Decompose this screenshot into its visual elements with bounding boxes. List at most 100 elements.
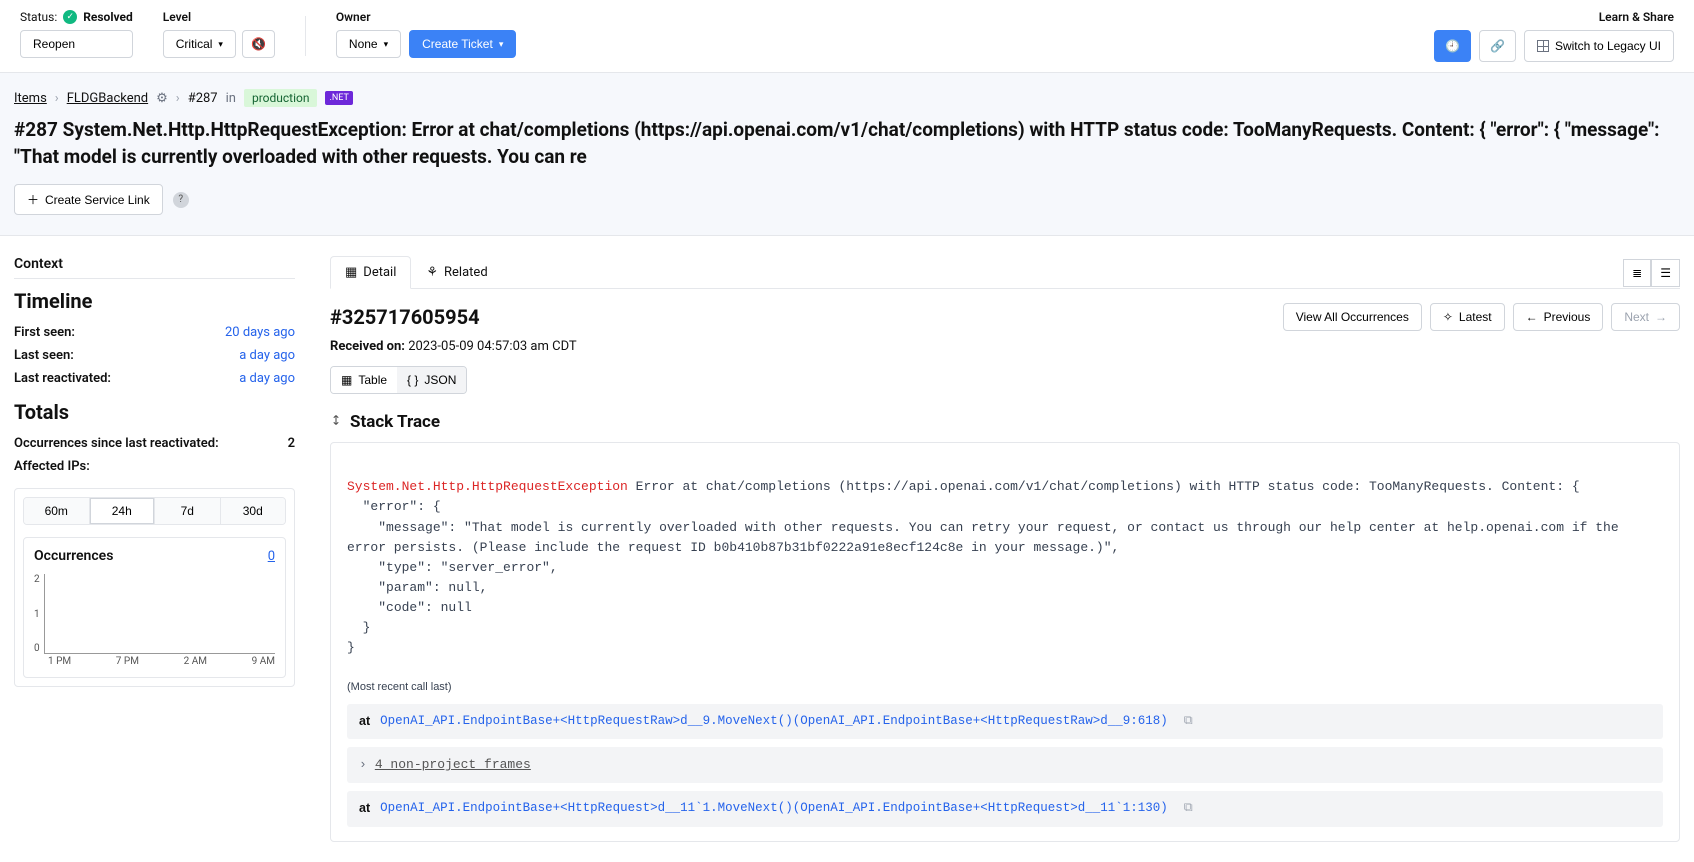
occ-react-label: Occurrences since last reactivated:	[14, 436, 219, 451]
next-label: Next	[1624, 310, 1649, 324]
page-title: #287 System.Net.Http.HttpRequestExceptio…	[14, 117, 1674, 170]
view-compact-button[interactable]: ☰	[1651, 259, 1680, 287]
help-icon[interactable]: ?	[173, 192, 189, 208]
switch-legacy-label: Switch to Legacy UI	[1555, 39, 1661, 53]
copy-icon[interactable]: ⧉	[1184, 799, 1193, 818]
frame-location[interactable]: OpenAI_API.EndpointBase+<HttpRequestRaw>…	[380, 712, 1168, 731]
expand-icon[interactable]	[330, 414, 342, 430]
clock-icon: 🕘	[1445, 39, 1460, 53]
format-json-button[interactable]: { } JSON	[397, 367, 466, 393]
speaker-muted-icon: 🔇	[251, 37, 266, 51]
level-value: Critical	[176, 37, 213, 51]
topbar-right: Learn & Share 🕘 🔗 Switch to Legacy UI	[1434, 10, 1674, 62]
level-section: Level Critical ▾ 🔇	[163, 10, 275, 58]
x-tick: 2 AM	[184, 656, 207, 667]
mute-button[interactable]: 🔇	[242, 30, 275, 58]
frame-location[interactable]: OpenAI_API.EndpointBase+<HttpRequest>d__…	[380, 799, 1168, 818]
occurrence-row: #325717605954 View All Occurrences ✧ Lat…	[330, 303, 1680, 331]
range-segmented: 60m 24h 7d 30d	[23, 497, 286, 525]
tab-related-label: Related	[444, 265, 488, 280]
last-react-label: Last reactivated:	[14, 371, 111, 386]
divider	[305, 16, 306, 56]
table-icon: ▦	[341, 373, 352, 387]
chevron-down-icon: ▾	[499, 39, 504, 50]
totals-header: Totals	[14, 400, 295, 424]
create-ticket-button[interactable]: Create Ticket ▾	[409, 30, 516, 58]
range-60m[interactable]: 60m	[24, 498, 90, 524]
frame-at: at	[359, 712, 370, 731]
y-tick: 0	[34, 643, 40, 654]
switch-legacy-button[interactable]: Switch to Legacy UI	[1524, 30, 1674, 62]
range-7d[interactable]: 7d	[155, 498, 221, 524]
env-badge[interactable]: production	[244, 89, 318, 107]
first-seen-value[interactable]: 20 days ago	[225, 325, 295, 340]
header-area: Items › FLDGBackend ⚙ › #287 in producti…	[0, 73, 1694, 236]
range-30d[interactable]: 30d	[221, 498, 286, 524]
resolved-check-icon: ✓	[63, 10, 77, 24]
clock-button[interactable]: 🕘	[1434, 30, 1471, 62]
stack-frame: at OpenAI_API.EndpointBase+<HttpRequestR…	[347, 704, 1663, 739]
x-tick: 7 PM	[116, 656, 139, 667]
create-ticket-label: Create Ticket	[422, 37, 493, 51]
hidden-frames-link[interactable]: 4 non-project frames	[375, 755, 531, 775]
breadcrumb: Items › FLDGBackend ⚙ › #287 in producti…	[14, 89, 1674, 107]
received-label: Received on:	[330, 339, 405, 354]
gear-icon[interactable]: ⚙	[156, 91, 168, 106]
x-tick: 9 AM	[252, 656, 275, 667]
y-tick: 1	[34, 609, 40, 620]
previous-button[interactable]: ← Previous	[1513, 303, 1604, 331]
hidden-frames-row[interactable]: › 4 non-project frames	[347, 747, 1663, 783]
copy-link-button[interactable]: 🔗	[1479, 30, 1516, 62]
stack-trace-header: Stack Trace	[330, 412, 1680, 432]
tab-related[interactable]: ⚘ Related	[411, 256, 502, 289]
level-label: Level	[163, 10, 275, 24]
chevron-right-icon: ›	[176, 91, 180, 106]
net-badge: .NET	[325, 91, 352, 105]
arrow-left-icon: ←	[1526, 310, 1538, 324]
related-icon: ⚘	[426, 265, 438, 280]
exception-message: Error at chat/completions (https://api.o…	[347, 479, 1626, 655]
view-list-button[interactable]: ≣	[1623, 259, 1651, 287]
range-24h[interactable]: 24h	[90, 498, 156, 524]
breadcrumb-project[interactable]: FLDGBackend	[67, 91, 148, 106]
chart-area: 2 1 0	[34, 574, 275, 654]
context-header: Context	[14, 256, 295, 279]
chart-title: Occurrences	[34, 548, 113, 564]
compact-icon: ☰	[1660, 266, 1671, 280]
last-seen-value[interactable]: a day ago	[239, 348, 295, 363]
tabs: ▦ Detail ⚘ Related ≣ ☰	[330, 256, 1680, 289]
received-value: 2023-05-09 04:57:03 am CDT	[408, 339, 577, 354]
main: Context Timeline First seen:20 days ago …	[0, 236, 1694, 861]
link-icon: 🔗	[1490, 39, 1505, 53]
tab-detail-label: Detail	[363, 265, 396, 280]
reopen-button[interactable]: Reopen	[20, 30, 133, 58]
breadcrumb-in: in	[226, 91, 236, 106]
last-react-value[interactable]: a day ago	[239, 371, 295, 386]
chart-count-link[interactable]: 0	[268, 549, 275, 564]
view-all-occurrences-button[interactable]: View All Occurrences	[1283, 303, 1422, 331]
level-dropdown[interactable]: Critical ▾	[163, 30, 236, 58]
chevron-right-icon: ›	[55, 91, 59, 106]
timeline-header: Timeline	[14, 289, 295, 313]
received-on: Received on: 2023-05-09 04:57:03 am CDT	[330, 339, 1680, 354]
status-label: Status:	[20, 10, 57, 24]
next-button[interactable]: Next →	[1611, 303, 1680, 331]
detail-icon: ▦	[345, 265, 357, 280]
frame-at: at	[359, 799, 370, 818]
tab-detail[interactable]: ▦ Detail	[330, 256, 411, 289]
copy-icon[interactable]: ⧉	[1184, 712, 1193, 731]
breadcrumb-items[interactable]: Items	[14, 91, 47, 106]
owner-dropdown[interactable]: None ▾	[336, 30, 401, 58]
chart-inner: Occurrences 0 2 1 0 1 PM 7 PM 2 AM 9 AM	[23, 537, 286, 678]
chevron-down-icon: ▾	[384, 39, 389, 50]
format-table-button[interactable]: ▦ Table	[331, 367, 397, 393]
x-tick: 1 PM	[48, 656, 71, 667]
previous-label: Previous	[1544, 310, 1591, 324]
last-seen-label: Last seen:	[14, 348, 74, 363]
most-recent-note: (Most recent call last)	[347, 679, 1663, 696]
latest-button[interactable]: ✧ Latest	[1430, 303, 1505, 331]
learn-share-label: Learn & Share	[1599, 10, 1674, 24]
list-icon: ≣	[1632, 266, 1642, 280]
context-column: Context Timeline First seen:20 days ago …	[0, 236, 310, 861]
create-service-link-button[interactable]: ＋ Create Service Link	[14, 184, 163, 215]
